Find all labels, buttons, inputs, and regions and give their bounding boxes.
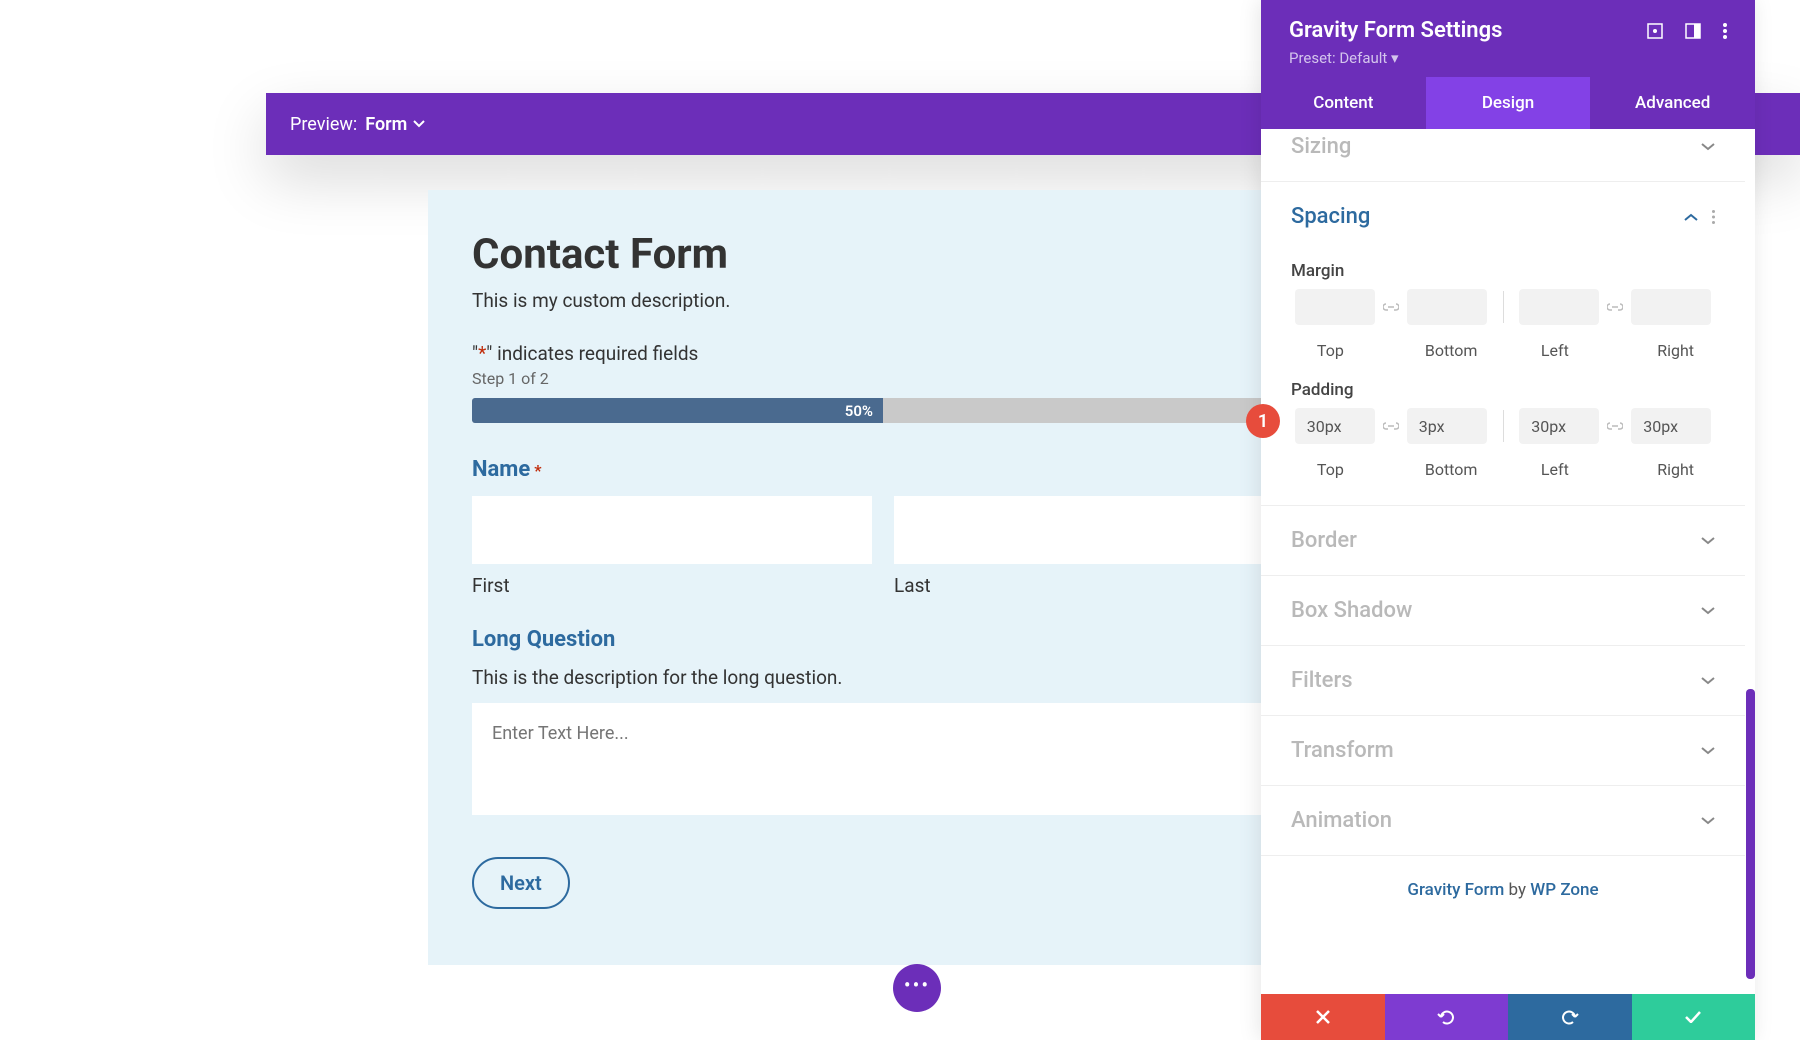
preset-dropdown[interactable]: Preset: Default ▾ [1289,49,1727,67]
dim-label-left: Left [1541,460,1569,479]
margin-bottom-input[interactable] [1407,289,1487,325]
padding-bottom-input[interactable] [1407,408,1487,444]
link-icon[interactable] [1383,289,1399,325]
asterisk-icon: * [534,461,541,480]
margin-top-input[interactable] [1295,289,1375,325]
divider [1503,410,1504,442]
link-icon[interactable] [1607,408,1623,444]
chevron-up-icon [1684,213,1698,221]
annotation-badge: 1 [1246,404,1280,438]
section-title: Spacing [1291,204,1370,229]
progress-bar: 50% [472,398,1294,423]
redo-button[interactable] [1508,994,1632,1040]
chevron-down-icon [413,120,425,128]
last-name-sublabel: Last [894,574,1294,597]
preview-value: Form [365,114,407,135]
redo-icon [1561,1009,1579,1025]
section-title: Border [1291,528,1357,553]
dim-label-bottom: Bottom [1425,460,1478,479]
chevron-down-icon [1701,143,1715,151]
section-border[interactable]: Border [1261,506,1745,576]
long-question-description: This is the description for the long que… [472,666,1294,689]
section-title: Transform [1291,738,1394,763]
dim-label-top: Top [1317,341,1344,360]
close-icon [1316,1010,1330,1024]
name-field-row: First Last [472,496,1294,597]
padding-label: Padding [1291,380,1715,400]
section-title: Filters [1291,668,1353,693]
first-name-input[interactable] [472,496,872,564]
margin-label: Margin [1291,261,1715,281]
undo-icon [1437,1009,1455,1025]
panel-body: Sizing Spacing Margin [1261,129,1755,994]
preview-dropdown[interactable]: Form [365,114,425,135]
expand-icon[interactable] [1647,23,1663,39]
settings-panel: Gravity Form Settings Preset: Default ▾ … [1261,0,1755,1040]
dim-label-right: Right [1657,341,1694,360]
tab-content[interactable]: Content [1261,77,1426,129]
progress-percent: 50% [845,402,873,420]
tab-design[interactable]: Design [1426,77,1591,129]
credit-by: by [1504,880,1530,900]
ellipsis-icon: ••• [904,973,930,997]
margin-left-input[interactable] [1519,289,1599,325]
section-title: Animation [1291,808,1392,833]
name-field-label: Name* [472,457,1294,482]
panel-actions [1261,994,1755,1040]
chevron-down-icon [1701,817,1715,825]
section-filters[interactable]: Filters [1261,646,1745,716]
chevron-down-icon [1701,537,1715,545]
section-sizing[interactable]: Sizing [1261,129,1745,182]
dim-label-bottom: Bottom [1425,341,1478,360]
section-transform[interactable]: Transform [1261,716,1745,786]
form-preview-area: Contact Form This is my custom descripti… [428,190,1338,965]
margin-right-input[interactable] [1631,289,1711,325]
chevron-down-icon [1701,677,1715,685]
credit-link-wp-zone[interactable]: WP Zone [1530,880,1598,900]
divider [1503,291,1504,323]
padding-left-input[interactable] [1519,408,1599,444]
check-icon [1685,1011,1701,1023]
more-options-fab[interactable]: ••• [893,964,941,1012]
panel-tabs: Content Design Advanced [1261,77,1755,129]
chevron-down-icon [1701,747,1715,755]
long-question-textarea[interactable] [472,703,1294,815]
link-icon[interactable] [1383,408,1399,444]
long-question-label: Long Question [472,627,1294,652]
scrollbar[interactable] [1746,689,1755,979]
kebab-icon[interactable] [1712,210,1715,224]
undo-button[interactable] [1385,994,1509,1040]
close-button[interactable] [1261,994,1385,1040]
credit-link-gravity-form[interactable]: Gravity Form [1407,880,1504,900]
padding-top-input[interactable] [1295,408,1375,444]
tab-advanced[interactable]: Advanced [1590,77,1755,129]
dim-label-left: Left [1541,341,1569,360]
panel-header: Gravity Form Settings Preset: Default ▾ [1261,0,1755,77]
dim-label-right: Right [1657,460,1694,479]
dim-label-top: Top [1317,460,1344,479]
save-button[interactable] [1632,994,1756,1040]
form-title: Contact Form [472,230,1294,279]
dock-icon[interactable] [1685,23,1701,39]
required-fields-note: "*" indicates required fields [472,342,1294,365]
section-title: Box Shadow [1291,598,1412,623]
panel-credit: Gravity Form by WP Zone [1261,856,1745,928]
section-spacing[interactable]: Spacing [1261,182,1745,251]
progress-fill: 50% [472,398,883,423]
link-icon[interactable] [1607,289,1623,325]
last-name-input[interactable] [894,496,1294,564]
section-box-shadow[interactable]: Box Shadow [1261,576,1745,646]
spacing-controls: Margin [1261,251,1745,506]
form-description: This is my custom description. [472,289,1294,312]
preview-label: Preview: [290,114,357,135]
section-title: Sizing [1291,134,1351,159]
step-indicator: Step 1 of 2 [472,369,1294,388]
kebab-icon[interactable] [1723,23,1727,39]
padding-right-input[interactable] [1631,408,1711,444]
first-name-sublabel: First [472,574,872,597]
panel-title: Gravity Form Settings [1289,18,1502,43]
chevron-down-icon [1701,607,1715,615]
next-button[interactable]: Next [472,857,570,909]
section-animation[interactable]: Animation [1261,786,1745,856]
